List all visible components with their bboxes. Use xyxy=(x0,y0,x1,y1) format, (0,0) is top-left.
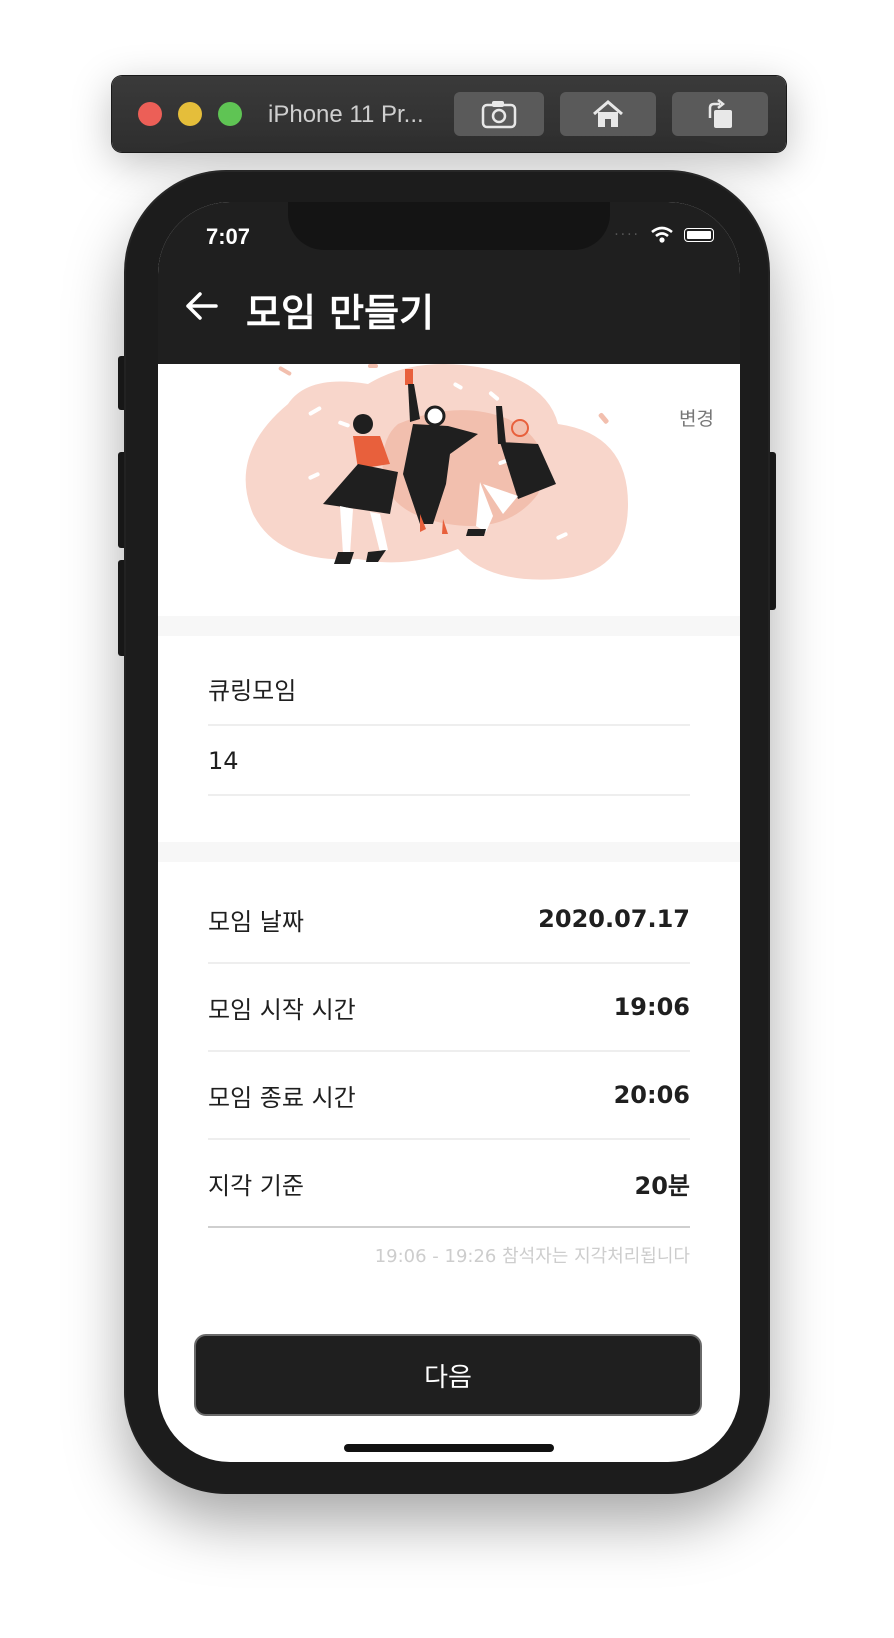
status-time: 7:07 xyxy=(206,224,251,249)
app-screen: 7:07 ···· 모임 만들기 변경 큐링모임 14 모임 날짜 2020.0… xyxy=(158,202,740,1462)
home-indicator[interactable] xyxy=(344,1444,554,1452)
camera-icon xyxy=(481,101,517,129)
wifi-icon xyxy=(651,226,673,243)
meeting-name-input[interactable]: 큐링모임 xyxy=(208,656,690,726)
app-header: 7:07 ···· 모임 만들기 xyxy=(158,202,740,364)
section-divider xyxy=(158,842,740,862)
zoom-window-button[interactable] xyxy=(218,102,242,126)
end-time-row[interactable]: 모임 종료 시간 20:06 xyxy=(208,1052,690,1140)
back-arrow-icon[interactable] xyxy=(182,290,222,322)
meeting-date-row[interactable]: 모임 날짜 2020.07.17 xyxy=(208,876,690,964)
row-value: 2020.07.17 xyxy=(538,905,690,933)
close-window-button[interactable] xyxy=(138,102,162,126)
section-divider xyxy=(158,616,740,636)
row-label: 모임 종료 시간 xyxy=(208,1083,356,1112)
row-label: 모임 날짜 xyxy=(208,907,304,936)
home-button[interactable] xyxy=(560,92,656,136)
row-label: 모임 시작 시간 xyxy=(208,995,356,1024)
late-hint-text: 19:06 - 19:26 참석자는 지각처리됩니다 xyxy=(374,1246,690,1267)
next-button[interactable]: 다음 xyxy=(194,1334,702,1416)
minimize-window-button[interactable] xyxy=(178,102,202,126)
late-threshold-row[interactable]: 지각 기준 20분 xyxy=(208,1140,690,1228)
signal-icon: ···· xyxy=(614,227,640,243)
battery-icon xyxy=(684,228,714,242)
rotate-icon xyxy=(708,99,732,128)
start-time-row[interactable]: 모임 시작 시간 19:06 xyxy=(208,964,690,1052)
simulator-title: iPhone 11 Pr... xyxy=(268,101,424,128)
screenshot-button[interactable] xyxy=(454,92,544,136)
row-label: 지각 기준 xyxy=(208,1171,304,1200)
page-title: 모임 만들기 xyxy=(246,291,435,335)
status-icons: ···· xyxy=(614,226,714,244)
row-value: 20:06 xyxy=(613,1081,690,1109)
party-illustration[interactable] xyxy=(158,364,740,616)
rotate-button[interactable] xyxy=(672,92,768,136)
member-count-input[interactable]: 14 xyxy=(208,726,690,796)
row-value: 19:06 xyxy=(613,993,690,1021)
home-icon xyxy=(593,100,623,127)
change-image-link[interactable]: 변경 xyxy=(679,404,714,431)
simulator-toolbar: iPhone 11 Pr... xyxy=(112,76,786,152)
row-value: 20분 xyxy=(634,1171,690,1200)
notch xyxy=(288,202,610,250)
